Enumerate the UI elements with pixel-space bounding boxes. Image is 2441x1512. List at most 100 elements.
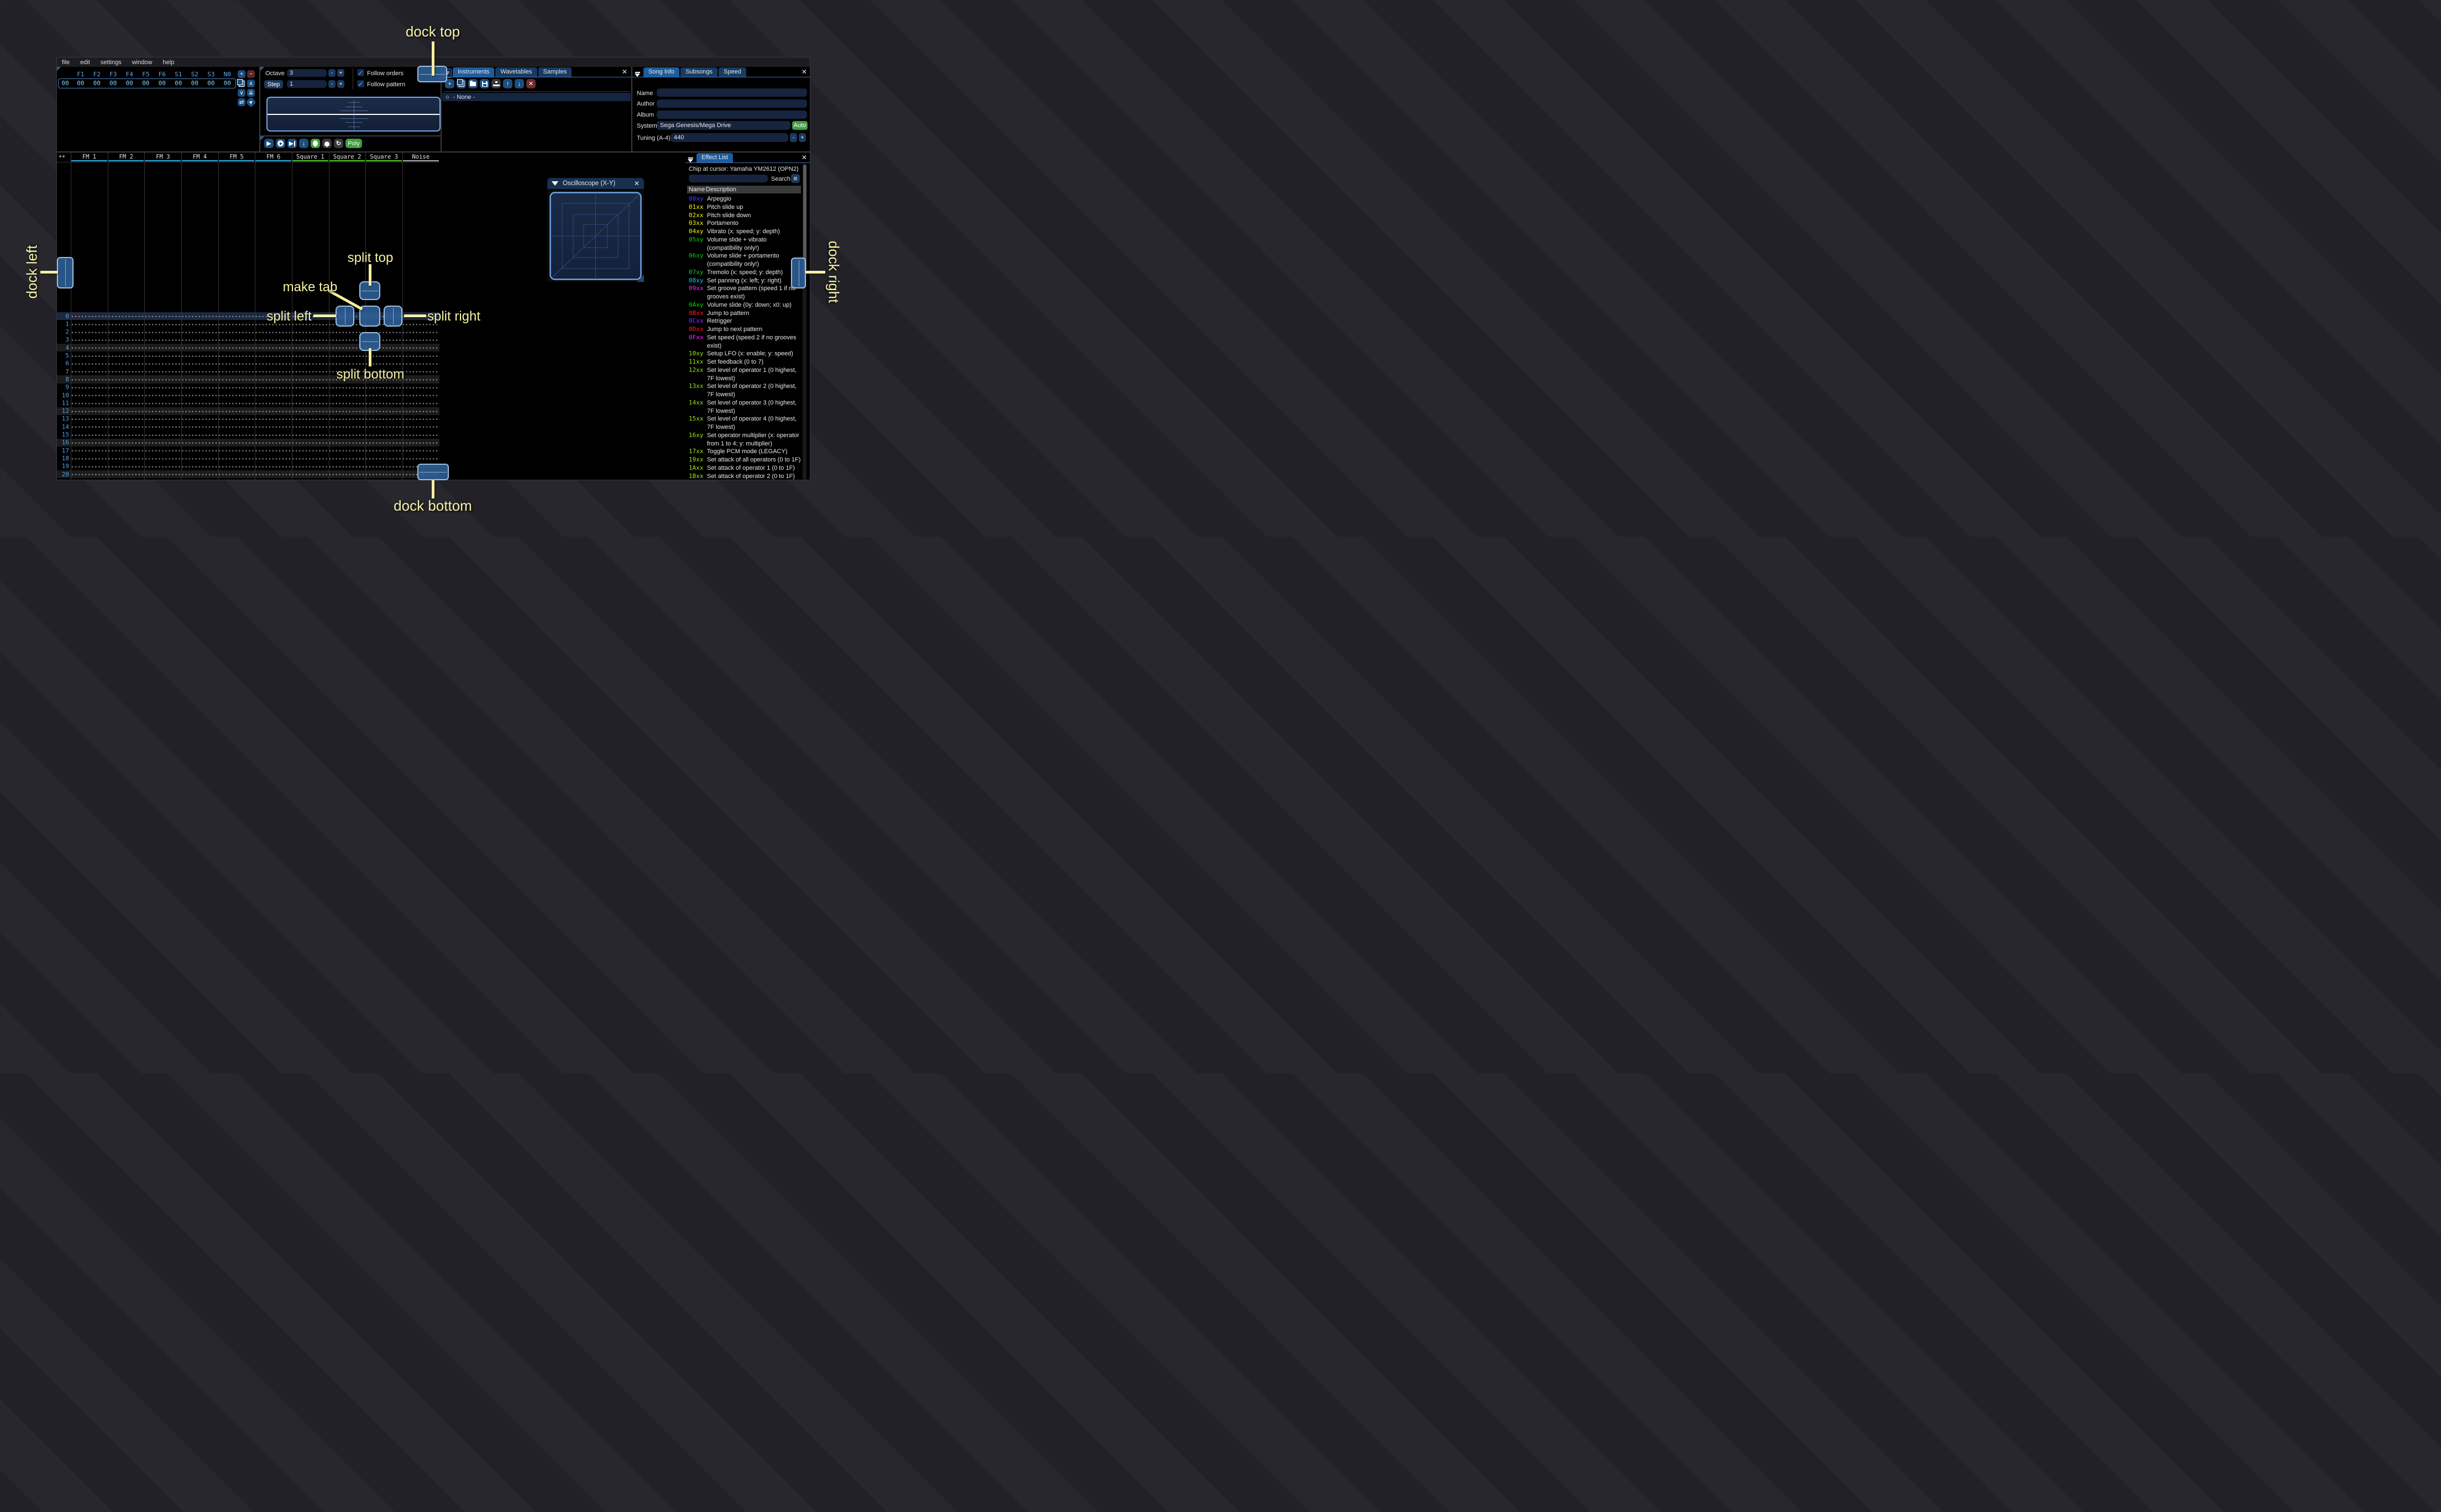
menu-help[interactable]: help [163, 59, 174, 66]
tab-effect-list[interactable]: Effect List [696, 153, 734, 162]
tab-instruments[interactable]: Instruments [453, 67, 495, 77]
effect-row[interactable]: 0Fxx Set speed (speed 2 if no grooves exi… [689, 334, 801, 350]
pattern-row[interactable]: 18 [57, 454, 439, 463]
effect-row[interactable]: 01xx Pitch slide up [689, 203, 801, 212]
order-cell[interactable]: 00 [105, 80, 122, 87]
pattern-row[interactable]: 21 [57, 478, 439, 480]
record-button[interactable] [311, 139, 320, 148]
tuning-input[interactable]: 440 [671, 133, 788, 142]
effect-row[interactable]: 06xy Volume slide + portamento (compatibi… [689, 252, 801, 269]
instrument-list-item[interactable]: ○ - None - [442, 93, 631, 101]
play-from-cursor-button[interactable]: ▶ [287, 139, 297, 148]
duplicate-instrument-button[interactable] [457, 79, 466, 88]
order-cell[interactable]: 00 [154, 80, 171, 87]
pattern-row[interactable]: 14 [57, 423, 439, 431]
close-icon[interactable]: ✕ [622, 69, 627, 75]
move-order-up-button[interactable]: ∧ [247, 80, 255, 87]
pattern-row[interactable]: 15 [57, 431, 439, 439]
order-cell[interactable]: 00 [170, 80, 187, 87]
play-button[interactable]: ▶ [264, 139, 274, 148]
name-column-header[interactable]: Name [689, 186, 706, 193]
effect-row[interactable]: 02xx Pitch slide down [689, 212, 801, 220]
system-select[interactable]: Sega Genesis/Mega Drive [657, 121, 790, 130]
dock-right-target[interactable] [791, 258, 806, 288]
pattern-row[interactable]: 12 [57, 407, 439, 415]
effect-row[interactable]: 0Axy Volume slide (0y: down; x0: up) [689, 301, 801, 309]
tab-samples[interactable]: Samples [538, 67, 572, 77]
add-channel-button[interactable]: ++ [59, 154, 65, 160]
channel-header-fm-4[interactable]: FM 4 [181, 154, 218, 160]
effect-row[interactable]: 09xx Set groove pattern (speed 1 if no gr… [689, 285, 801, 301]
tuning-minus-button[interactable]: - [790, 133, 797, 142]
effect-row[interactable]: 0Bxx Jump to pattern [689, 309, 801, 318]
split-right-target[interactable] [384, 306, 402, 327]
effect-row[interactable]: 03xx Portamento [689, 219, 801, 228]
step-plus-button[interactable]: + [337, 80, 344, 88]
effect-row[interactable]: 04xy Vibrato (x: speed; y: depth) [689, 228, 801, 236]
effect-list-collapse-button[interactable] [688, 158, 693, 162]
pattern-row[interactable]: 0 [57, 312, 439, 321]
poly-button[interactable]: Poly [345, 139, 362, 148]
oscilloscope-xy-titlebar[interactable]: Oscilloscope (X-Y) ✕ [547, 178, 644, 189]
effect-row[interactable]: 13xx Set level of operator 2 (0 highest, … [689, 382, 801, 399]
effect-row[interactable]: 08xy Set panning (x: left; y: right) [689, 277, 801, 285]
order-cell[interactable]: 00 [89, 80, 106, 87]
channel-header-fm-6[interactable]: FM 6 [255, 154, 292, 160]
effect-row[interactable]: 1Bxx Set attack of operator 2 (0 to 1F) [689, 473, 801, 480]
repeat-pattern-button[interactable]: ↻ [334, 139, 343, 148]
octave-minus-button[interactable]: - [328, 69, 336, 77]
close-icon[interactable]: ✕ [634, 180, 640, 187]
open-instrument-button[interactable] [468, 79, 478, 88]
order-cell[interactable]: 00 [219, 80, 236, 87]
effect-row[interactable]: 11xx Set feedback (0 to 7) [689, 358, 801, 366]
pattern-row[interactable]: 17 [57, 447, 439, 455]
orders-row[interactable]: 00 00 00 00 00 00 00 00 00 00 00 [58, 80, 236, 87]
effect-row[interactable]: 00xy Arpeggio [689, 195, 801, 203]
effect-row[interactable]: 1Axx Set attack of operator 1 (0 to 1F) [689, 464, 801, 473]
add-order-button[interactable]: + [238, 70, 245, 78]
effect-search-input[interactable] [689, 175, 768, 182]
effect-row[interactable]: 15xx Set level of operator 4 (0 highest, … [689, 415, 801, 432]
order-cell[interactable]: 00 [122, 80, 138, 87]
channel-header-fm-1[interactable]: FM 1 [71, 154, 108, 160]
move-instrument-up-button[interactable]: ↑ [503, 79, 512, 88]
octave-plus-button[interactable]: + [337, 69, 344, 77]
tab-subsongs[interactable]: Subsongs [680, 67, 718, 77]
menu-edit[interactable]: edit [80, 59, 90, 66]
pattern-row[interactable]: 2 [57, 328, 439, 336]
move-order-down-button[interactable]: ∨ [238, 89, 245, 97]
tab-wavetables[interactable]: Wavetables [495, 67, 537, 77]
pattern-row[interactable]: 10 [57, 391, 439, 400]
duplicate-order-end-button[interactable]: ⇊ [247, 89, 255, 97]
follow-orders-checkbox[interactable]: ✓ [357, 69, 364, 77]
pattern-row[interactable]: 1 [57, 320, 439, 328]
menu-settings[interactable]: settings [101, 59, 122, 66]
octave-input[interactable]: 3 [287, 69, 327, 77]
channel-header-noise[interactable]: Noise [402, 154, 439, 160]
pattern-row[interactable]: 9 [57, 383, 439, 391]
pattern-row[interactable]: 6 [57, 359, 439, 368]
tab-song-info[interactable]: Song Info [643, 67, 680, 77]
system-auto-button[interactable]: Auto [792, 121, 808, 130]
pattern-row[interactable]: 19 [57, 462, 439, 470]
pattern-row[interactable]: 11 [57, 399, 439, 407]
effect-row[interactable]: 0Dxx Jump to next pattern [689, 326, 801, 334]
effect-row[interactable]: 05xy Volume slide + vibrato (compatibilit… [689, 236, 801, 253]
metronome-button[interactable] [322, 139, 332, 148]
menu-file[interactable]: file [62, 59, 70, 66]
order-cell[interactable]: 00 [187, 80, 203, 87]
tab-speed[interactable]: Speed [719, 67, 746, 77]
order-change-mode-button[interactable]: ⇄ [238, 98, 245, 106]
effect-row[interactable]: 0Cxx Retrigger [689, 317, 801, 326]
channel-header-square-1[interactable]: Square 1 [292, 154, 329, 160]
effect-row[interactable]: 12xx Set level of operator 1 (0 highest, … [689, 366, 801, 383]
menu-window[interactable]: window [132, 59, 153, 66]
play-pattern-button[interactable] [276, 139, 285, 148]
scrollbar-thumb[interactable] [803, 165, 806, 272]
step-input[interactable]: 1 [287, 80, 327, 88]
pattern-row[interactable]: 4 [57, 344, 439, 352]
order-edit-mode-button[interactable]: ➤ [245, 97, 256, 108]
close-icon[interactable]: ✕ [802, 154, 807, 161]
follow-pattern-checkbox[interactable]: ✓ [357, 80, 364, 88]
collapse-triangle-icon[interactable] [552, 181, 558, 186]
